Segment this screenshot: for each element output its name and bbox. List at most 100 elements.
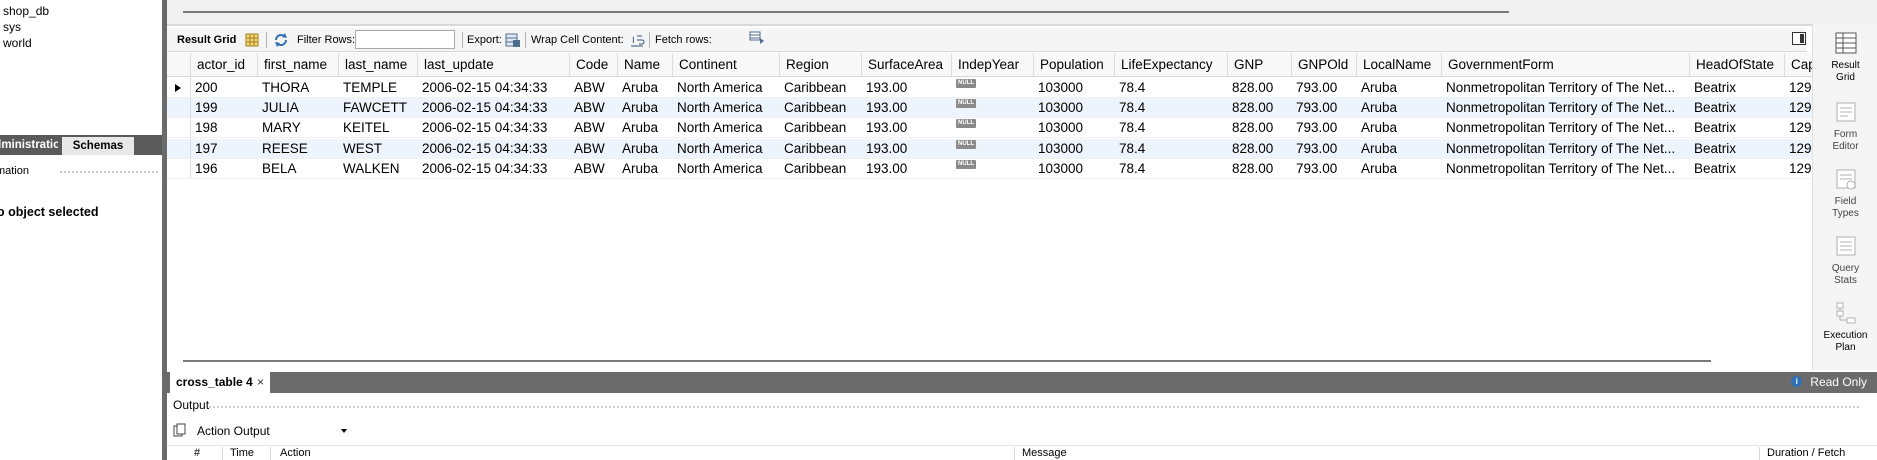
grid-cell-name[interactable]: Aruba [618, 98, 673, 118]
grid-cell-headofstate[interactable]: Beatrix [1690, 78, 1785, 98]
grid-cell-last-name[interactable]: WALKEN [339, 159, 418, 179]
grid-cell-surfacearea[interactable]: 193.00 [862, 78, 952, 98]
grid-cell-region[interactable]: Caribbean [780, 98, 862, 118]
grid-cell-actor-id[interactable]: 198 [191, 118, 258, 138]
row-header[interactable] [167, 138, 191, 158]
execution-plan-side-button[interactable]: Execution Plan [1813, 300, 1877, 353]
grid-cell-population[interactable]: 103000 [1034, 78, 1115, 98]
close-icon[interactable]: × [257, 372, 264, 393]
grid-cell-region[interactable]: Caribbean [780, 118, 862, 138]
grid-cell-cap[interactable]: 129 [1785, 118, 1812, 138]
grid-cell-name[interactable]: Aruba [618, 118, 673, 138]
grid-cell-gnp[interactable]: 828.00 [1228, 139, 1292, 159]
grid-cell-code[interactable]: ABW [570, 139, 618, 159]
grid-cell-governmentform[interactable]: Nonmetropolitan Territory of The Net... [1442, 78, 1690, 98]
grid-cell-first-name[interactable]: MARY [258, 118, 339, 138]
column-header-name[interactable]: Name [618, 53, 673, 77]
grid-cell-code[interactable]: ABW [570, 159, 618, 179]
column-header-cap[interactable]: Cap [1785, 53, 1812, 77]
grid-cell-lifeexpectancy[interactable]: 78.4 [1115, 98, 1228, 118]
result-grid-side-button[interactable]: Result Grid [1813, 30, 1877, 83]
schema-item-shop-db[interactable]: shop_db [3, 4, 49, 18]
form-editor-side-button[interactable]: Form Editor [1813, 99, 1877, 152]
grid-cell-localname[interactable]: Aruba [1357, 139, 1442, 159]
grid-cell-name[interactable]: Aruba [618, 78, 673, 98]
grid-horizontal-scrollbar[interactable] [183, 360, 1711, 362]
grid-cell-last-update[interactable]: 2006-02-15 04:34:33 [418, 118, 570, 138]
grid-cell-actor-id[interactable]: 197 [191, 139, 258, 159]
grid-cell-last-update[interactable]: 2006-02-15 04:34:33 [418, 139, 570, 159]
grid-cell-first-name[interactable]: REESE [258, 139, 339, 159]
grid-cell-localname[interactable]: Aruba [1357, 98, 1442, 118]
field-types-side-button[interactable]: Field Types [1813, 166, 1877, 219]
table-row[interactable]: 196 BELA WALKEN 2006-02-15 04:34:33 ABW Aruba… [167, 158, 1812, 179]
column-header-headofstate[interactable]: HeadOfState [1690, 53, 1785, 77]
column-header-population[interactable]: Population [1034, 53, 1115, 77]
grid-cell-lifeexpectancy[interactable]: 78.4 [1115, 78, 1228, 98]
grid-cell-name[interactable]: Aruba [618, 159, 673, 179]
grid-cell-indepyear[interactable]: NULL [952, 78, 1034, 98]
column-header-first-name[interactable]: first_name [258, 53, 339, 77]
grid-cell-code[interactable]: ABW [570, 98, 618, 118]
column-header-last-name[interactable]: last_name [339, 53, 418, 77]
grid-cell-headofstate[interactable]: Beatrix [1690, 118, 1785, 138]
grid-cell-gnp[interactable]: 828.00 [1228, 159, 1292, 179]
fetch-next-rows-icon[interactable] [749, 29, 765, 45]
output-type-select[interactable]: Action Output [197, 421, 347, 441]
toggle-side-panel-icon[interactable] [1792, 32, 1806, 45]
table-row[interactable]: 198 MARY KEITEL 2006-02-15 04:34:33 ABW Aruba… [167, 118, 1812, 139]
schema-item-sys[interactable]: sys [3, 20, 21, 34]
grid-cell-population[interactable]: 103000 [1034, 159, 1115, 179]
column-header-last-update[interactable]: last_update [418, 53, 570, 77]
grid-cell-cap[interactable]: 129 [1785, 78, 1812, 98]
grid-cell-last-update[interactable]: 2006-02-15 04:34:33 [418, 78, 570, 98]
grid-cell-lifeexpectancy[interactable]: 78.4 [1115, 159, 1228, 179]
export-icon[interactable] [505, 32, 521, 48]
grid-cell-first-name[interactable]: BELA [258, 159, 339, 179]
grid-cell-indepyear[interactable]: NULL [952, 159, 1034, 179]
table-row[interactable]: 200 THORA TEMPLE 2006-02-15 04:34:33 ABW Arub… [167, 78, 1812, 98]
copy-icon[interactable] [173, 423, 187, 437]
filter-rows-input[interactable] [355, 30, 455, 49]
grid-cell-cap[interactable]: 129 [1785, 98, 1812, 118]
grid-cell-population[interactable]: 103000 [1034, 118, 1115, 138]
grid-cell-surfacearea[interactable]: 193.00 [862, 159, 952, 179]
grid-cell-governmentform[interactable]: Nonmetropolitan Territory of The Net... [1442, 159, 1690, 179]
grid-cell-governmentform[interactable]: Nonmetropolitan Territory of The Net... [1442, 139, 1690, 159]
grid-cell-continent[interactable]: North America [673, 78, 780, 98]
row-header[interactable] [167, 118, 191, 138]
grid-cell-headofstate[interactable]: Beatrix [1690, 139, 1785, 159]
row-header[interactable] [167, 158, 191, 178]
grid-cell-first-name[interactable]: JULIA [258, 98, 339, 118]
grid-corner[interactable] [167, 53, 191, 76]
tab-schemas[interactable]: Schemas [62, 135, 134, 155]
grid-cell-actor-id[interactable]: 199 [191, 98, 258, 118]
grid-cell-name[interactable]: Aruba [618, 139, 673, 159]
column-header-indepyear[interactable]: IndepYear [952, 53, 1034, 77]
grid-cell-region[interactable]: Caribbean [780, 78, 862, 98]
grid-cell-last-update[interactable]: 2006-02-15 04:34:33 [418, 159, 570, 179]
column-header-gnp[interactable]: GNP [1228, 53, 1292, 77]
grid-cell-lifeexpectancy[interactable]: 78.4 [1115, 139, 1228, 159]
grid-cell-last-name[interactable]: TEMPLE [339, 78, 418, 98]
grid-view-icon[interactable] [244, 32, 260, 48]
grid-cell-gnp[interactable]: 828.00 [1228, 118, 1292, 138]
column-header-continent[interactable]: Continent [673, 53, 780, 77]
editor-horizontal-scrollbar[interactable] [183, 11, 1509, 13]
grid-cell-last-name[interactable]: WEST [339, 139, 418, 159]
grid-cell-localname[interactable]: Aruba [1357, 118, 1442, 138]
schema-item-world[interactable]: world [3, 36, 32, 50]
grid-cell-continent[interactable]: North America [673, 159, 780, 179]
result-tab-cross-table-4[interactable]: cross_table 4 × [170, 372, 270, 393]
grid-cell-headofstate[interactable]: Beatrix [1690, 98, 1785, 118]
column-header-lifeexpectancy[interactable]: LifeExpectancy [1115, 53, 1228, 77]
grid-cell-gnpold[interactable]: 793.00 [1292, 78, 1357, 98]
grid-cell-code[interactable]: ABW [570, 78, 618, 98]
tab-administration[interactable]: Administration [0, 135, 58, 155]
grid-cell-cap[interactable]: 129 [1785, 159, 1812, 179]
grid-cell-continent[interactable]: North America [673, 98, 780, 118]
column-header-governmentform[interactable]: GovernmentForm [1442, 53, 1690, 77]
grid-cell-gnpold[interactable]: 793.00 [1292, 159, 1357, 179]
grid-cell-last-update[interactable]: 2006-02-15 04:34:33 [418, 98, 570, 118]
column-header-actor-id[interactable]: actor_id [191, 53, 258, 77]
